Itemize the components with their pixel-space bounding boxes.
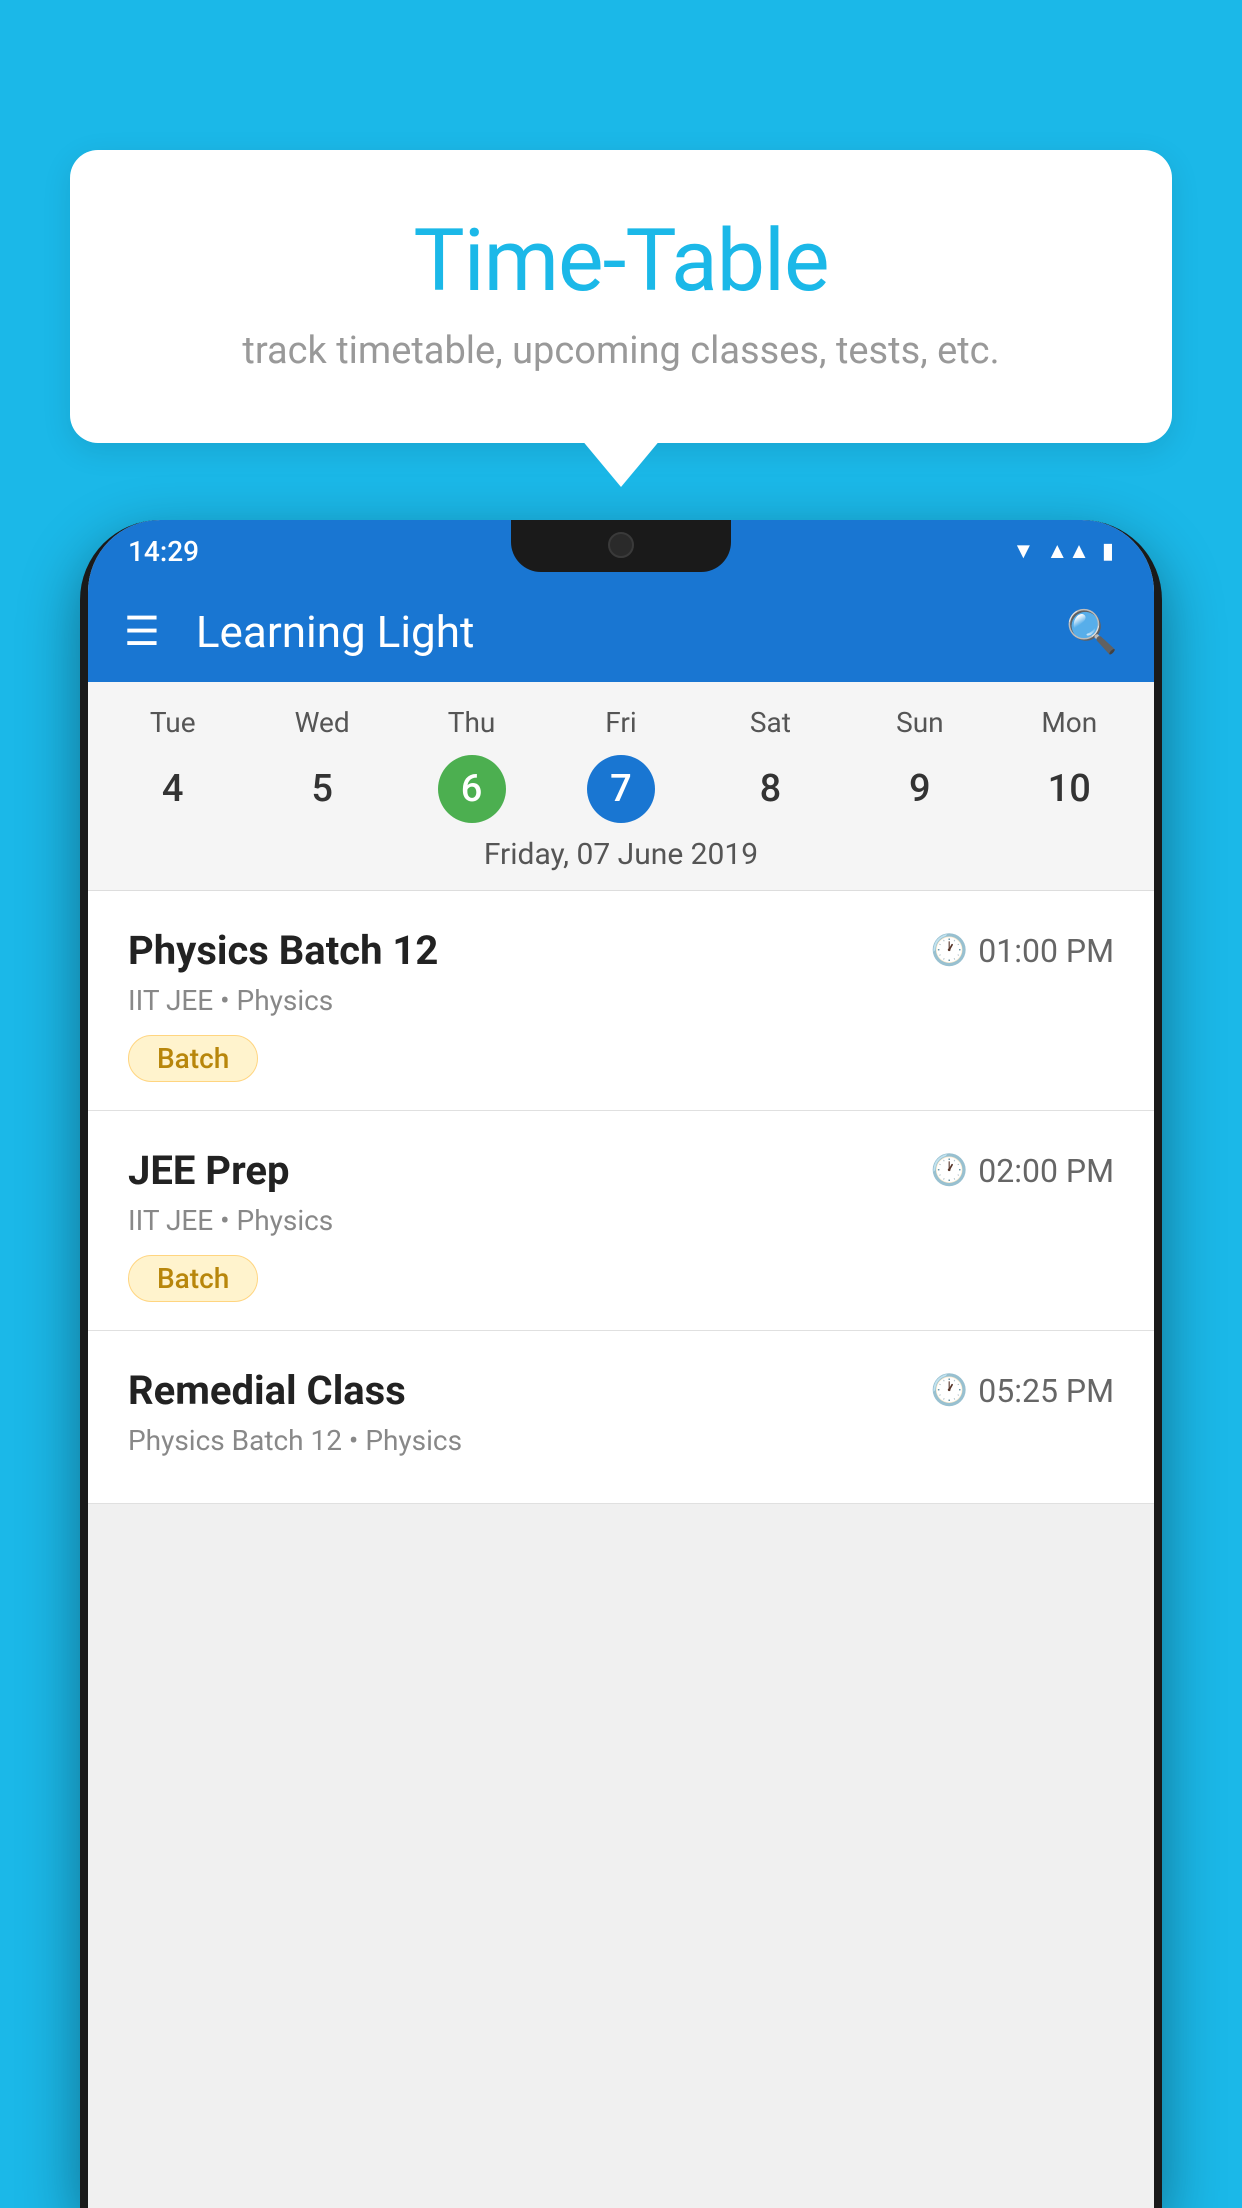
speech-bubble-card: Time-Table track timetable, upcoming cla… xyxy=(70,150,1172,443)
day-label-tue: Tue xyxy=(98,698,247,747)
schedule-time-1: 🕐 01:00 PM xyxy=(931,932,1114,970)
phone-screen: 14:29 ▼ ▲▲ ▮ ☰ Learning Light 🔍 Tue Wed … xyxy=(88,520,1154,2208)
day-number-4[interactable]: 4 xyxy=(98,751,247,827)
battery-icon: ▮ xyxy=(1102,539,1114,564)
schedule-meta-1: IIT JEE • Physics xyxy=(128,984,1114,1017)
schedule-meta-3: Physics Batch 12 • Physics xyxy=(128,1424,1114,1457)
clock-icon-1: 🕐 xyxy=(931,933,968,968)
batch-badge-1: Batch xyxy=(128,1035,258,1082)
wifi-icon: ▼ xyxy=(1013,538,1035,564)
status-time: 14:29 xyxy=(128,535,199,568)
status-icons: ▼ ▲▲ ▮ xyxy=(1013,538,1114,564)
day-numbers: 4 5 6 7 8 9 10 xyxy=(88,751,1154,827)
hamburger-icon[interactable]: ☰ xyxy=(124,612,160,652)
schedule-time-2: 🕐 02:00 PM xyxy=(931,1152,1114,1190)
day-number-9[interactable]: 9 xyxy=(845,751,994,827)
schedule-item-2-header: JEE Prep 🕐 02:00 PM xyxy=(128,1147,1114,1194)
schedule-meta-2: IIT JEE • Physics xyxy=(128,1204,1114,1237)
day-label-sun: Sun xyxy=(845,698,994,747)
selected-date-label: Friday, 07 June 2019 xyxy=(88,827,1154,891)
day-label-wed: Wed xyxy=(247,698,396,747)
schedule-item-2[interactable]: JEE Prep 🕐 02:00 PM IIT JEE • Physics Ba… xyxy=(88,1111,1154,1331)
day-number-5[interactable]: 5 xyxy=(247,751,396,827)
schedule-item-1-header: Physics Batch 12 🕐 01:00 PM xyxy=(128,927,1114,974)
schedule-item-3-header: Remedial Class 🕐 05:25 PM xyxy=(128,1367,1114,1414)
day-number-8[interactable]: 8 xyxy=(696,751,845,827)
schedule-item-1[interactable]: Physics Batch 12 🕐 01:00 PM IIT JEE • Ph… xyxy=(88,891,1154,1111)
day-number-7[interactable]: 7 xyxy=(546,751,695,827)
day-number-10[interactable]: 10 xyxy=(995,751,1144,827)
clock-icon-2: 🕐 xyxy=(931,1153,968,1188)
day-labels: Tue Wed Thu Fri Sat Sun Mon xyxy=(88,698,1154,747)
app-bar: ☰ Learning Light 🔍 xyxy=(88,582,1154,682)
calendar-strip: Tue Wed Thu Fri Sat Sun Mon 4 5 6 7 8 9 … xyxy=(88,682,1154,891)
signal-icon: ▲▲ xyxy=(1046,538,1090,564)
card-subtitle: track timetable, upcoming classes, tests… xyxy=(130,329,1112,373)
day-number-6[interactable]: 6 xyxy=(397,751,546,827)
phone-frame: 14:29 ▼ ▲▲ ▮ ☰ Learning Light 🔍 Tue Wed … xyxy=(80,520,1162,2208)
card-title: Time-Table xyxy=(130,210,1112,311)
clock-icon-3: 🕐 xyxy=(931,1373,968,1408)
day-label-sat: Sat xyxy=(696,698,845,747)
schedule-title-2: JEE Prep xyxy=(128,1147,289,1194)
phone-notch xyxy=(511,520,731,572)
search-icon[interactable]: 🔍 xyxy=(1066,608,1118,657)
schedule-item-3[interactable]: Remedial Class 🕐 05:25 PM Physics Batch … xyxy=(88,1331,1154,1504)
schedule-container: Physics Batch 12 🕐 01:00 PM IIT JEE • Ph… xyxy=(88,891,1154,1504)
schedule-time-3: 🕐 05:25 PM xyxy=(931,1372,1114,1410)
schedule-title-1: Physics Batch 12 xyxy=(128,927,438,974)
batch-badge-2: Batch xyxy=(128,1255,258,1302)
schedule-title-3: Remedial Class xyxy=(128,1367,406,1414)
day-label-thu: Thu xyxy=(397,698,546,747)
day-label-fri: Fri xyxy=(546,698,695,747)
day-label-mon: Mon xyxy=(995,698,1144,747)
app-bar-title: Learning Light xyxy=(196,606,1030,658)
phone-camera xyxy=(608,532,634,558)
